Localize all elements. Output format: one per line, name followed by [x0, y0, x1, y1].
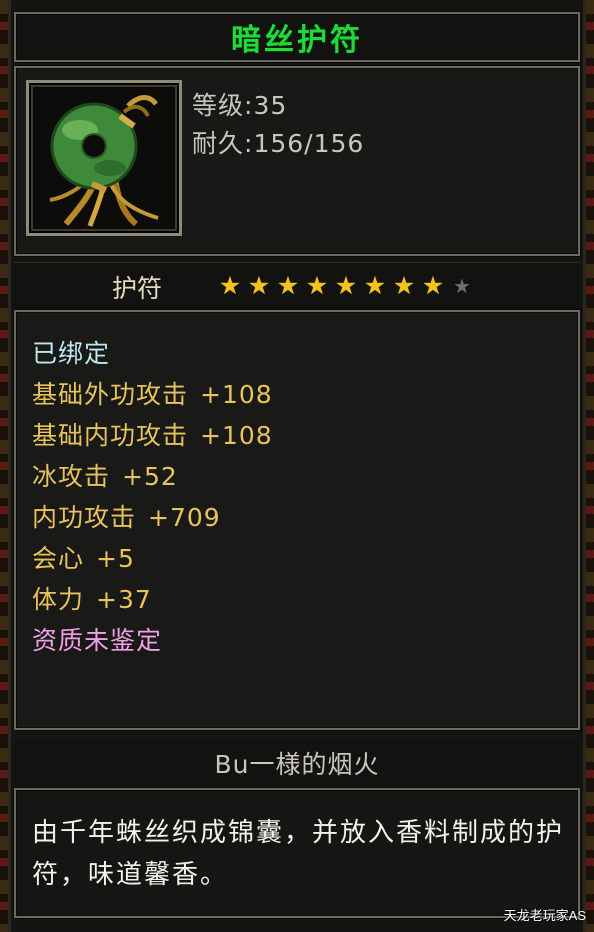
owner-name: Bu一様的烟火	[214, 750, 380, 779]
owner-row: Bu一様的烟火	[14, 740, 580, 786]
attribute-value: +709	[148, 503, 221, 532]
attribute-label: 基础内功攻击	[32, 421, 189, 450]
right-ornament-strip	[586, 0, 594, 932]
attribute-row: 内功攻击 +709	[32, 498, 221, 534]
star-empty-icon: ★	[453, 274, 471, 298]
attribute-value: +108	[200, 380, 273, 409]
attribute-label: 已绑定	[32, 339, 111, 368]
attribute-panel: 已绑定基础外功攻击 +108 基础内功攻击 +108 冰攻击 +52 内功攻击 +709 会心 +…	[14, 310, 580, 730]
star-filled-icon: ★	[305, 271, 329, 300]
item-level: 等级:35	[192, 86, 287, 122]
attribute-row: 冰攻击 +52	[32, 457, 178, 493]
item-description: 由千年蛛丝织成锦囊，并放入香料制成的护符，味道馨香。	[32, 818, 565, 890]
watermark: 天龙老玩家AS	[503, 908, 586, 923]
attribute-row: 资质未鉴定	[32, 621, 162, 657]
item-icon-frame	[26, 80, 182, 236]
attribute-value: +52	[122, 462, 178, 491]
item-name: 暗丝护符	[231, 23, 363, 58]
star-filled-icon: ★	[392, 271, 416, 300]
star-filled-icon: ★	[363, 271, 387, 300]
durability-label: 耐久	[192, 129, 245, 158]
description-panel: 由千年蛛丝织成锦囊，并放入香料制成的护符，味道馨香。	[14, 788, 580, 918]
attribute-label: 资质未鉴定	[32, 626, 163, 655]
attribute-label: 体力	[32, 585, 85, 614]
left-ornament-strip	[0, 0, 8, 932]
star-filled-icon: ★	[218, 271, 242, 300]
title-bar: 暗丝护符	[14, 12, 580, 62]
star-filled-icon: ★	[421, 271, 445, 300]
level-value: :35	[244, 91, 288, 120]
attribute-row: 已绑定	[32, 334, 110, 370]
star-filled-icon: ★	[276, 271, 300, 300]
star-filled-icon: ★	[334, 271, 358, 300]
attribute-label: 内功攻击	[32, 503, 137, 532]
attribute-row: 基础内功攻击 +108	[32, 416, 273, 452]
attribute-row: 体力 +37	[32, 580, 152, 616]
attribute-value: +108	[200, 421, 273, 450]
item-info-panel: 等级:35 耐久:156/156	[14, 66, 580, 256]
attribute-row: 基础外功攻击 +108	[32, 375, 273, 411]
attribute-label: 基础外功攻击	[32, 380, 189, 409]
star-filled-icon: ★	[247, 271, 271, 300]
item-type-row: 护符 ★ ★ ★ ★ ★ ★ ★ ★ ★	[14, 262, 580, 310]
attribute-row: 会心 +5	[32, 539, 135, 575]
durability-value: :156/156	[244, 129, 365, 158]
level-label: 等级	[192, 91, 245, 120]
attribute-label: 冰攻击	[32, 462, 111, 491]
item-durability: 耐久:156/156	[192, 124, 364, 160]
attribute-label: 会心	[32, 544, 85, 573]
jade-amulet-icon	[49, 95, 159, 227]
attribute-value: +37	[96, 585, 152, 614]
item-type: 护符	[112, 274, 163, 303]
attribute-value: +5	[96, 544, 135, 573]
star-rating: ★ ★ ★ ★ ★ ★ ★ ★ ★	[218, 273, 474, 299]
